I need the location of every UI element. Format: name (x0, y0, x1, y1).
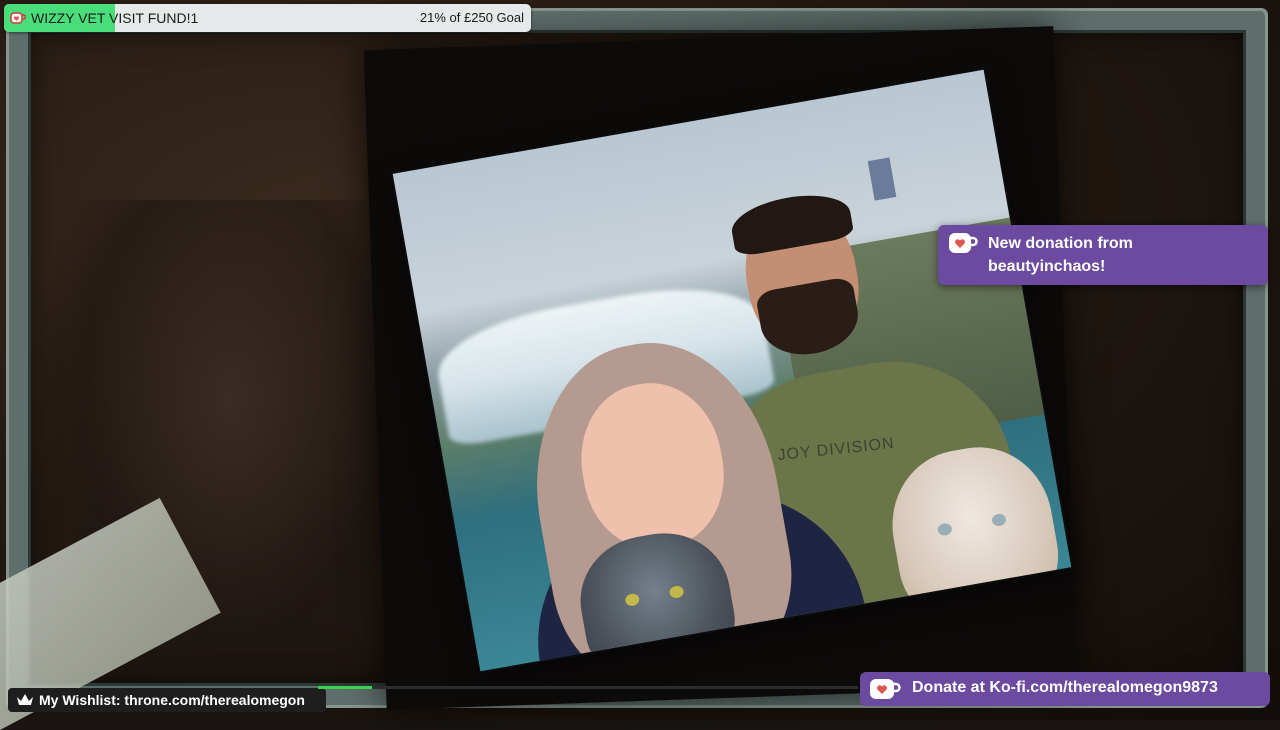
family-photo: JOY DIVISION (392, 69, 1072, 672)
kofi-cup-icon (870, 679, 901, 699)
tower-building (867, 157, 897, 201)
cat-eye (624, 592, 641, 607)
cat-eye (936, 522, 953, 537)
alert-line-1: New donation from (988, 235, 1133, 252)
cat-eye (668, 584, 685, 600)
donation-alert: New donation from beautyinchaos! (938, 225, 1268, 285)
crown-icon (17, 694, 33, 705)
alert-line-2: beautyinchaos! (988, 258, 1106, 275)
kofi-cup-icon (949, 233, 978, 253)
wishlist-link[interactable]: My Wishlist: throne.com/therealomegon (39, 692, 305, 708)
donation-goal-bar: WIZZY VET VISIT FUND!1 21% of £250 Goal (4, 4, 531, 32)
wishlist-bar: My Wishlist: throne.com/therealomegon (8, 688, 326, 712)
cat-eye (991, 512, 1007, 528)
kofi-donate-bar: Donate at Ko-fi.com/therealomegon9873 (860, 672, 1270, 706)
stream-progress-bar (318, 686, 858, 689)
alert-message: New donation from beautyinchaos! (988, 232, 1248, 278)
stream-scene: JOY DIVISION (0, 0, 1280, 730)
stream-progress-fill (318, 686, 372, 689)
goal-title: WIZZY VET VISIT FUND!1 (31, 10, 199, 26)
goal-progress-text: 21% of £250 Goal (419, 10, 524, 25)
kofi-donate-link[interactable]: Donate at Ko-fi.com/therealomegon9873 (912, 679, 1218, 697)
kofi-cup-icon (10, 12, 26, 24)
